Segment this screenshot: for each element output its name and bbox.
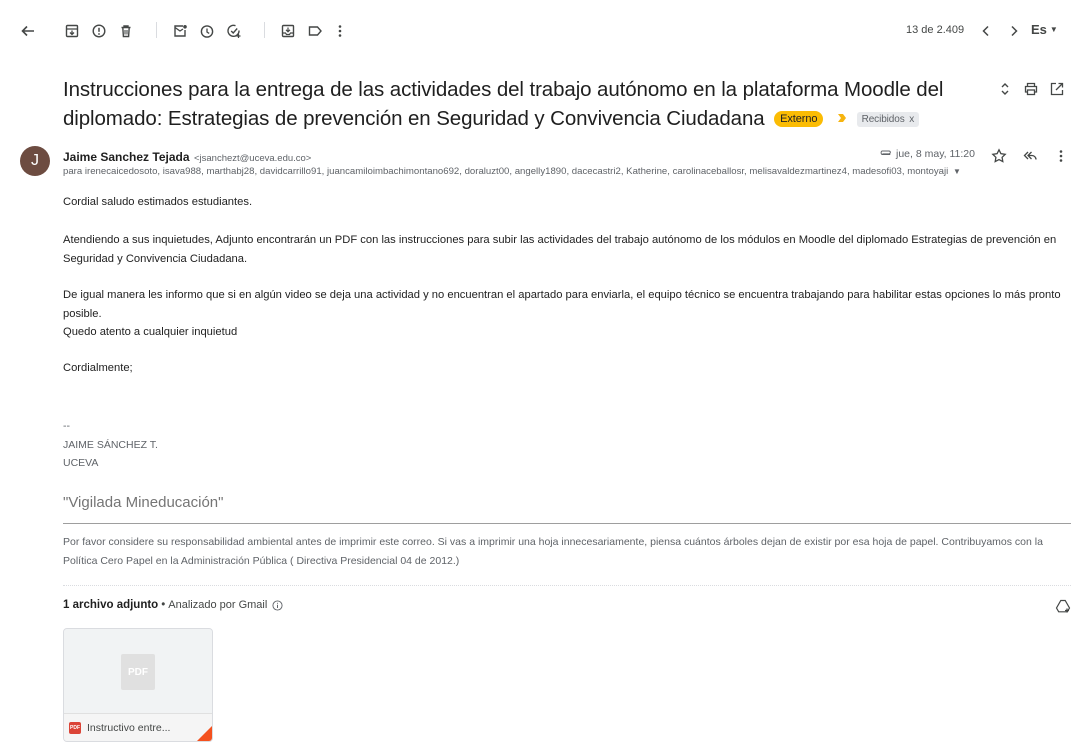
signature-org: UCEVA bbox=[63, 457, 99, 469]
attachments-separator: • bbox=[161, 599, 166, 611]
attachment-preview: PDF bbox=[64, 629, 212, 713]
importance-marker-icon[interactable] bbox=[837, 103, 847, 122]
signature-dash: -- bbox=[63, 420, 70, 432]
vigilada-text: "Vigilada Mineducación" bbox=[63, 494, 224, 511]
pdf-thumbnail-icon: PDF bbox=[121, 654, 155, 690]
attachments-header: 1 archivo adjunto • Analizado por Gmail bbox=[63, 599, 283, 611]
footer-divider bbox=[63, 523, 1071, 524]
attachments-count: 1 archivo adjunto bbox=[63, 599, 159, 611]
archive-icon[interactable] bbox=[62, 21, 82, 41]
email-subject: Instrucciones para la entrega de las act… bbox=[63, 76, 963, 132]
signature-name: JAIME SÁNCHEZ T. bbox=[63, 439, 158, 451]
back-icon[interactable] bbox=[18, 21, 38, 41]
pagination-label: 13 de 2.409 bbox=[906, 24, 965, 36]
open-in-new-window-icon[interactable] bbox=[1047, 79, 1067, 99]
remove-label-button[interactable]: x bbox=[909, 114, 914, 125]
attachment-file-name: Instructivo entre... bbox=[87, 722, 171, 734]
sender-avatar[interactable]: J bbox=[20, 146, 50, 176]
label-chip-text: Recibidos bbox=[861, 114, 905, 125]
add-to-drive-icon[interactable] bbox=[1053, 596, 1073, 616]
recipients-line[interactable]: para irenecaicedosoto, isava988, marthab… bbox=[63, 166, 961, 177]
sender-line: Jaime Sanchez Tejada <jsanchezt@uceva.ed… bbox=[63, 148, 311, 166]
inbox-label-chip: Recibidos x bbox=[856, 112, 920, 127]
delete-icon[interactable] bbox=[116, 21, 136, 41]
body-paragraph-3: Quedo atento a cualquier inquietud bbox=[63, 326, 238, 338]
newer-icon[interactable] bbox=[976, 21, 996, 41]
pdf-badge-label: PDF bbox=[70, 725, 80, 731]
snooze-icon[interactable] bbox=[197, 21, 217, 41]
info-icon[interactable] bbox=[272, 599, 283, 611]
label-icon[interactable] bbox=[305, 21, 325, 41]
external-chip: Externo bbox=[774, 111, 824, 127]
body-paragraph-2: De igual manera les informo que si en al… bbox=[63, 289, 1061, 320]
sender-name[interactable]: Jaime Sanchez Tejada bbox=[63, 150, 190, 164]
mark-unread-icon[interactable] bbox=[170, 21, 190, 41]
body-closing: Cordialmente; bbox=[63, 362, 133, 374]
date-group: jue, 8 may, 11:20 bbox=[878, 148, 975, 160]
older-icon[interactable] bbox=[1004, 21, 1024, 41]
attachment-footer: PDF Instructivo entre... bbox=[64, 713, 212, 741]
reply-all-icon[interactable] bbox=[1020, 146, 1040, 166]
move-to-icon[interactable] bbox=[278, 21, 298, 41]
body-greeting: Cordial saludo estimados estudiantes. bbox=[63, 196, 253, 208]
star-icon[interactable] bbox=[989, 146, 1009, 166]
print-icon[interactable] bbox=[1021, 79, 1041, 99]
body-paragraph-1: Atendiendo a sus inquietudes, Adjunto en… bbox=[63, 234, 1057, 265]
message-more-icon[interactable] bbox=[1051, 146, 1071, 166]
expand-all-icon[interactable] bbox=[995, 79, 1015, 99]
attachment-clip-icon bbox=[878, 150, 892, 159]
email-date: jue, 8 may, 11:20 bbox=[896, 148, 975, 160]
attachments-divider bbox=[63, 585, 1071, 586]
chevron-down-icon: ▼ bbox=[1049, 25, 1058, 34]
more-vert-icon[interactable] bbox=[330, 21, 350, 41]
environment-footer: Por favor considere su responsabilidad a… bbox=[63, 536, 1043, 567]
add-task-icon[interactable] bbox=[224, 21, 244, 41]
attachment-card[interactable]: PDF PDF Instructivo entre... bbox=[63, 628, 213, 742]
scan-label: Analizado por Gmail bbox=[168, 599, 268, 611]
report-spam-icon[interactable] bbox=[89, 21, 109, 41]
recipients-text: para irenecaicedosoto, isava988, marthab… bbox=[63, 166, 949, 177]
sender-email: <jsanchezt@uceva.edu.co> bbox=[193, 153, 312, 164]
input-tools-language[interactable]: Es ▼ bbox=[1031, 22, 1058, 37]
pdf-file-icon: PDF bbox=[69, 722, 81, 734]
pdf-thumbnail-label: PDF bbox=[128, 666, 148, 678]
language-label: Es bbox=[1031, 22, 1047, 37]
recipients-dropdown-icon[interactable]: ▼ bbox=[953, 167, 961, 176]
